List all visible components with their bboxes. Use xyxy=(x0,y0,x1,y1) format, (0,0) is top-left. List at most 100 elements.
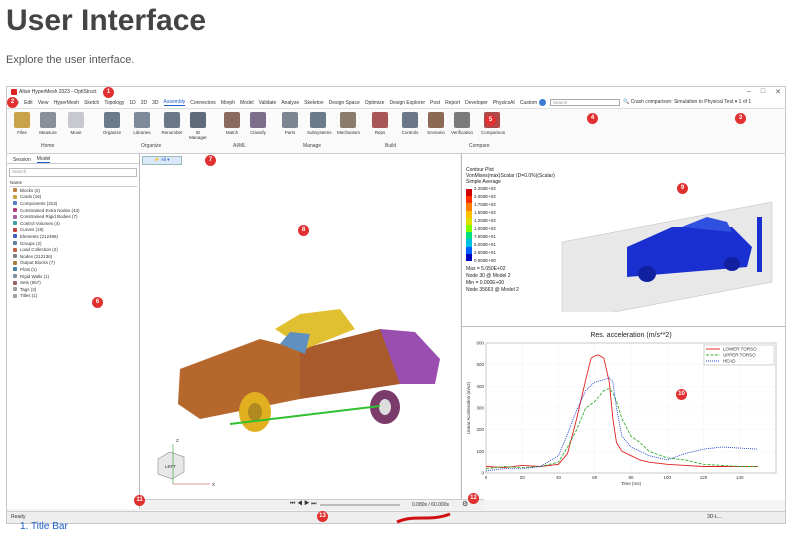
libraries-icon[interactable] xyxy=(134,112,150,128)
tree-item[interactable]: Curves (19) xyxy=(7,227,139,234)
tree-item[interactable]: Tags (3) xyxy=(7,286,139,293)
tree-item[interactable]: Constrained Extra Nodes (44) xyxy=(7,207,139,214)
menu-hypermesh[interactable]: HyperMesh xyxy=(53,100,79,106)
menu-validate[interactable]: Validate xyxy=(259,100,277,106)
session-label[interactable]: Crash comparison: Simulation to Physical… xyxy=(631,99,734,105)
tool-label[interactable]: Measure xyxy=(37,130,59,135)
tree-item-label[interactable]: Sets (557) xyxy=(20,280,41,285)
menu-model[interactable]: Model xyxy=(240,100,254,106)
move-icon[interactable] xyxy=(68,112,84,128)
tree-item[interactable]: Titles (1) xyxy=(7,293,139,300)
menu-3d[interactable]: 3D xyxy=(152,100,158,106)
tool-move[interactable]: Move xyxy=(65,112,87,135)
tree-item[interactable]: Control Volumes (4) xyxy=(7,220,139,227)
menu-design-space[interactable]: Design Space xyxy=(329,100,360,106)
close-icon[interactable]: ✕ xyxy=(775,88,781,96)
tree-item-label[interactable]: Elements (212496) xyxy=(20,234,58,239)
tool-label[interactable]: Subsystems xyxy=(307,130,332,135)
organize-icon[interactable] xyxy=(104,112,120,128)
tree-item[interactable]: Groups (2) xyxy=(7,240,139,247)
tool-label[interactable]: Files xyxy=(11,130,33,135)
tool-label[interactable]: Comparison xyxy=(481,130,505,135)
tree-item-label[interactable]: Load Collection (2) xyxy=(20,247,58,252)
tool-label[interactable]: Classify xyxy=(247,130,269,135)
menu-edit[interactable]: Edit xyxy=(24,100,33,106)
tab-model[interactable]: Model xyxy=(36,156,51,163)
search-input[interactable]: Search xyxy=(550,99,620,106)
tool-label[interactable]: Scenario xyxy=(425,130,447,135)
session-selector[interactable]: 🔍 Crash comparison: Simulation to Physic… xyxy=(623,99,751,105)
tree-item-label[interactable]: Groups (2) xyxy=(20,241,42,246)
menu-developer[interactable]: Developer xyxy=(465,100,488,106)
tool-label[interactable]: Reps xyxy=(369,130,391,135)
tool-scenario[interactable]: Scenario xyxy=(425,112,447,135)
tree-item-label[interactable]: Curves (19) xyxy=(20,227,44,232)
tree-item[interactable]: Constrained Rigid Bodies (7) xyxy=(7,213,139,220)
tree-item-label[interactable]: Titles (1) xyxy=(20,293,37,298)
tool-controls[interactable]: Controls xyxy=(399,112,421,135)
plot-pane[interactable]: Res. acceleration (m/s**2) 0 20 40 60 80 100 12… xyxy=(462,326,786,500)
menu-post[interactable]: Post xyxy=(430,100,440,106)
files-icon[interactable] xyxy=(14,112,30,128)
chevron-down-icon[interactable]: ▾ xyxy=(735,99,738,105)
tool-label[interactable]: Mechanism xyxy=(337,130,360,135)
tool-renumber[interactable]: Renumber xyxy=(161,112,183,135)
tool-label[interactable]: Libraries xyxy=(131,130,153,135)
tool-libraries[interactable]: Libraries xyxy=(131,112,153,135)
classify-icon[interactable] xyxy=(250,112,266,128)
tree-item[interactable]: Output Blocks (7) xyxy=(7,260,139,267)
tree-item[interactable]: Blocks (2) xyxy=(7,187,139,194)
tree-item-label[interactable]: Control Volumes (4) xyxy=(20,221,60,226)
tool-label[interactable]: Organize xyxy=(101,130,123,135)
contour-plot-pane[interactable]: Contour Plot VonMises(max)Scalar (D=0.0%… xyxy=(462,164,785,324)
tool-files[interactable]: Files xyxy=(11,112,33,135)
view-cube[interactable]: LEFT xyxy=(157,451,185,480)
menu-topology[interactable]: Topology xyxy=(104,100,124,106)
tree-item-label[interactable]: Constrained Extra Nodes (44) xyxy=(20,208,80,213)
menu-1d[interactable]: 1D xyxy=(129,100,135,106)
tree-item-label[interactable]: Output Blocks (7) xyxy=(20,260,55,265)
tree-item[interactable]: Components (313) xyxy=(7,200,139,207)
tree-item-label[interactable]: Constrained Rigid Bodies (7) xyxy=(20,214,78,219)
match-icon[interactable] xyxy=(224,112,240,128)
tool-organize[interactable]: Organize xyxy=(101,112,123,135)
menu-view[interactable]: View xyxy=(38,100,49,106)
mechanism-icon[interactable] xyxy=(340,112,356,128)
tree-item[interactable]: Load Collection (2) xyxy=(7,246,139,253)
menu-optimize[interactable]: Optimize xyxy=(365,100,385,106)
tree-item-label[interactable]: Nodes (212136) xyxy=(20,254,52,259)
menu-custom[interactable]: Custom xyxy=(520,100,537,106)
tree-item[interactable]: Plots (1) xyxy=(7,266,139,273)
tool-label[interactable]: Match xyxy=(221,130,243,135)
tree-item[interactable]: Elements (212496) xyxy=(7,233,139,240)
tool-label[interactable]: Renumber xyxy=(161,130,183,135)
renumber-icon[interactable] xyxy=(164,112,180,128)
tool-label[interactable]: Verification xyxy=(451,130,473,135)
browser-search-input[interactable]: Search xyxy=(9,168,137,177)
maximize-icon[interactable]: □ xyxy=(761,88,765,96)
tool-label[interactable]: ID Manager xyxy=(187,130,209,140)
tree-item-label[interactable]: Rigid Walls (1) xyxy=(20,274,49,279)
tree-item[interactable]: Rigid Walls (1) xyxy=(7,273,139,280)
tree-item-label[interactable]: Components (313) xyxy=(20,201,57,206)
subsystems-icon[interactable] xyxy=(310,112,326,128)
menu-physicsai[interactable]: PhysicsAI xyxy=(493,100,515,106)
play-controls[interactable]: ⏮ ◀ ▶ ⏭ xyxy=(290,501,317,508)
reps-icon[interactable] xyxy=(372,112,388,128)
graphics-viewport[interactable]: ⚡ All ▾ LEFT X Z xyxy=(140,154,460,499)
menu-sketch[interactable]: Sketch xyxy=(84,100,99,106)
acceleration-chart[interactable]: Res. acceleration (m/s**2) 0 20 40 60 80 100 12… xyxy=(462,327,786,500)
tool-label[interactable]: Move xyxy=(65,130,87,135)
tree-item-label[interactable]: Blocks (2) xyxy=(20,188,40,193)
tool-reps[interactable]: Reps xyxy=(369,112,391,135)
tree-item-label[interactable]: Cards (16) xyxy=(20,194,41,199)
tree-item[interactable]: Cards (16) xyxy=(7,194,139,201)
menu-report[interactable]: Report xyxy=(445,100,460,106)
tree-item[interactable]: Nodes (212136) xyxy=(7,253,139,260)
globe-icon[interactable] xyxy=(539,99,546,106)
column-header-name[interactable]: Name xyxy=(9,179,137,187)
tool-label[interactable]: Controls xyxy=(399,130,421,135)
menu-design-explorer[interactable]: Design Explorer xyxy=(389,100,425,106)
menu-connectors[interactable]: Connectors xyxy=(190,100,216,106)
tool-measure[interactable]: Measure xyxy=(37,112,59,135)
